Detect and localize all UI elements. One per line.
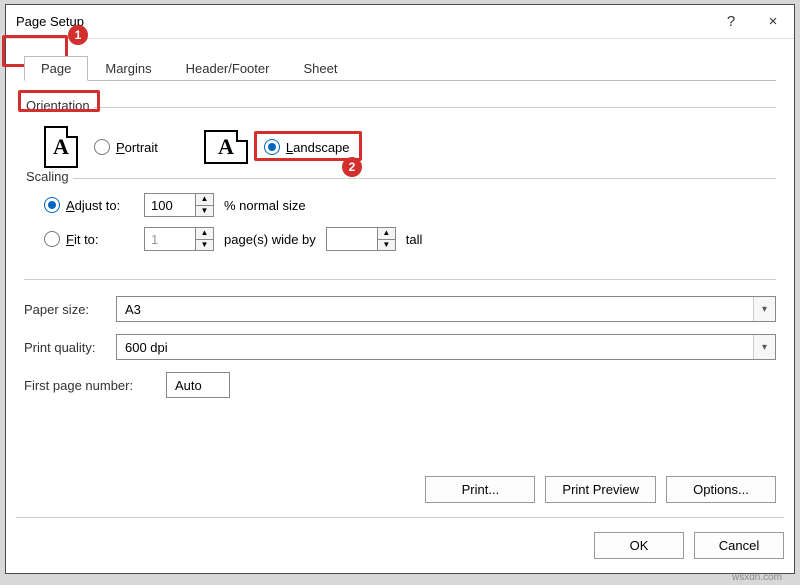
watermark: wsxdn.com <box>732 572 782 583</box>
radio-icon <box>44 197 60 213</box>
tab-header-footer[interactable]: Header/Footer <box>169 56 287 81</box>
print-quality-value: 600 dpi <box>125 340 168 355</box>
spin-up-icon[interactable]: ▲ <box>196 194 213 206</box>
fit-mid-label: page(s) wide by <box>224 232 316 247</box>
annotation-box-2 <box>254 131 362 161</box>
print-quality-dropdown[interactable]: 600 dpi ▾ <box>116 334 776 360</box>
annotation-box-orientation <box>18 90 100 112</box>
print-quality-label: Print quality: <box>24 340 116 355</box>
spin-up-icon[interactable]: ▲ <box>378 228 395 240</box>
scaling-group-label: Scaling <box>22 169 73 184</box>
portrait-icon: A <box>44 126 78 168</box>
chevron-down-icon: ▾ <box>753 335 775 359</box>
first-page-label: First page number: <box>24 378 166 393</box>
spin-down-icon[interactable]: ▼ <box>378 240 395 251</box>
paper-size-dropdown[interactable]: A3 ▾ <box>116 296 776 322</box>
fit-tall-suffix: tall <box>406 232 423 247</box>
chevron-down-icon: ▾ <box>753 297 775 321</box>
first-page-input[interactable] <box>166 372 230 398</box>
ok-button[interactable]: OK <box>594 532 684 559</box>
tab-sheet[interactable]: Sheet <box>286 56 354 81</box>
cancel-button[interactable]: Cancel <box>694 532 784 559</box>
help-button[interactable]: ? <box>710 5 752 39</box>
print-button[interactable]: Print... <box>425 476 535 503</box>
adjust-suffix: % normal size <box>224 198 306 213</box>
annotation-badge-1: 1 <box>68 25 88 45</box>
spin-down-icon[interactable]: ▼ <box>196 206 213 217</box>
tab-page[interactable]: Page <box>24 56 88 81</box>
adjust-label: Adjust to: <box>66 198 120 213</box>
print-preview-button[interactable]: Print Preview <box>545 476 656 503</box>
close-button[interactable]: × <box>752 5 794 39</box>
dialog-title: Page Setup <box>16 14 710 29</box>
titlebar: Page Setup ? × <box>6 5 794 39</box>
fit-wide-input[interactable] <box>145 228 195 250</box>
tab-bar: Page Margins Header/Footer Sheet <box>24 53 776 81</box>
landscape-icon: A <box>204 130 248 164</box>
fit-label: Fit to: <box>66 232 99 247</box>
fit-wide-spinner[interactable]: ▲▼ <box>144 227 214 251</box>
fit-tall-input[interactable] <box>327 228 377 250</box>
page-setup-dialog: Page Setup ? × Page Margins Header/Foote… <box>5 4 795 574</box>
paper-size-label: Paper size: <box>24 302 116 317</box>
fit-tall-spinner[interactable]: ▲▼ <box>326 227 396 251</box>
adjust-value-input[interactable] <box>145 194 195 216</box>
paper-size-value: A3 <box>125 302 141 317</box>
radio-icon <box>94 139 110 155</box>
radio-icon <box>44 231 60 247</box>
portrait-label: Portrait <box>116 140 158 155</box>
annotation-badge-2: 2 <box>342 157 362 177</box>
landscape-radio[interactable]: Landscape 2 <box>264 139 350 155</box>
spin-up-icon[interactable]: ▲ <box>196 228 213 240</box>
portrait-radio[interactable]: Portrait <box>94 139 158 155</box>
tab-margins[interactable]: Margins <box>88 56 168 81</box>
spin-down-icon[interactable]: ▼ <box>196 240 213 251</box>
adjust-to-radio[interactable]: Adjust to: <box>44 197 134 213</box>
options-button[interactable]: Options... <box>666 476 776 503</box>
fit-to-radio[interactable]: Fit to: <box>44 231 134 247</box>
adjust-spinner[interactable]: ▲▼ <box>144 193 214 217</box>
